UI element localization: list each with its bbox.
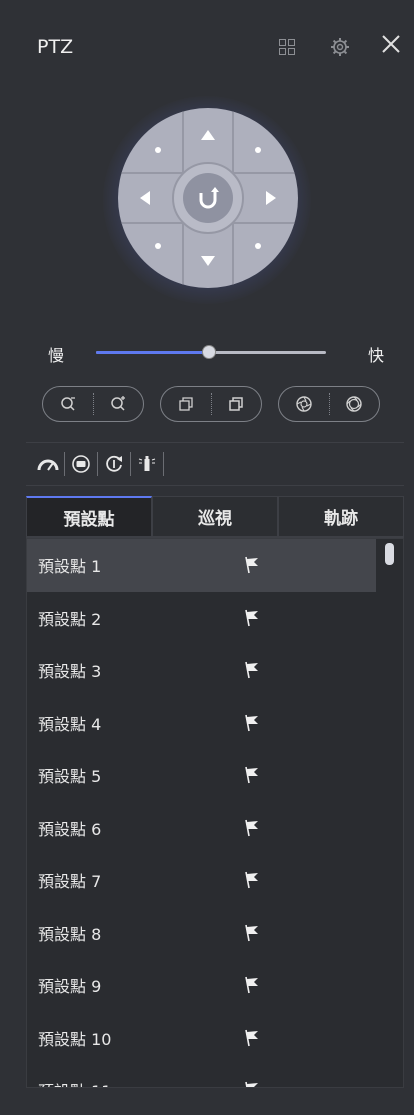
goto-preset-flag-icon[interactable] xyxy=(244,556,260,574)
arrow-up-icon xyxy=(201,130,215,140)
preset-row[interactable]: 預設點 1 xyxy=(27,539,376,592)
preset-label: 預設點 7 xyxy=(38,872,102,892)
iris-close-button[interactable] xyxy=(279,387,329,421)
light-icon xyxy=(138,456,156,471)
gear-icon[interactable] xyxy=(330,37,350,57)
preset-label: 預設點 6 xyxy=(38,819,102,839)
iris-open-button[interactable] xyxy=(330,387,380,421)
zoom-control xyxy=(42,386,144,422)
speed-slider-thumb[interactable] xyxy=(201,345,216,359)
goto-preset-flag-icon[interactable] xyxy=(244,871,260,889)
3d-zoom-icon xyxy=(72,455,90,473)
goto-preset-flag-icon[interactable] xyxy=(244,1029,260,1047)
pan-up-right-button[interactable] xyxy=(243,135,273,165)
ptz-toolbar xyxy=(26,442,404,486)
preset-row[interactable]: 預設點 2 xyxy=(27,592,403,645)
goto-preset-flag-icon[interactable] xyxy=(244,819,260,837)
goto-preset-flag-icon[interactable] xyxy=(244,766,260,784)
layout-grid-icon[interactable] xyxy=(279,39,295,55)
focus-control xyxy=(160,386,262,422)
focus-far-icon xyxy=(229,397,243,411)
goto-preset-flag-icon[interactable] xyxy=(244,609,260,627)
speed-mode-button[interactable] xyxy=(32,450,64,478)
zoom-in-icon xyxy=(111,396,126,411)
pan-down-left-button[interactable] xyxy=(143,231,173,261)
speed-slow-label: 慢 xyxy=(48,346,65,365)
zoom-out-button[interactable] xyxy=(43,387,93,421)
preset-label: 預設點 5 xyxy=(38,767,102,787)
preset-row[interactable]: 預設點 5 xyxy=(27,749,403,802)
pan-down-right-button[interactable] xyxy=(243,231,273,261)
pan-left-button[interactable] xyxy=(130,183,160,213)
panel-title: PTZ xyxy=(37,36,74,58)
preset-row[interactable]: 預設點 9 xyxy=(27,959,403,1012)
preset-row[interactable]: 預設點 7 xyxy=(27,854,403,907)
auto-rotate-button[interactable] xyxy=(183,173,233,223)
goto-preset-flag-icon[interactable] xyxy=(244,714,260,732)
preset-label: 預設點 10 xyxy=(38,1029,112,1049)
light-button[interactable] xyxy=(131,450,163,478)
pan-down-button[interactable] xyxy=(193,246,223,276)
zoom-out-icon xyxy=(61,397,75,411)
goto-preset-flag-icon[interactable] xyxy=(244,1081,260,1087)
list-scrollbar[interactable] xyxy=(385,543,394,565)
tab-pattern[interactable]: 軌跡 xyxy=(278,496,404,537)
goto-preset-flag-icon[interactable] xyxy=(244,661,260,679)
iris-control xyxy=(278,386,380,422)
preset-row[interactable]: 預設點 8 xyxy=(27,907,403,960)
preset-label: 預設點 8 xyxy=(38,924,102,944)
speed-fast-label: 快 xyxy=(368,346,385,365)
iris-open-icon xyxy=(346,396,362,412)
preset-label: 預設點 11 xyxy=(38,1078,111,1087)
iris-close-icon xyxy=(296,396,312,412)
preset-label: 預設點 9 xyxy=(38,977,102,997)
preset-row[interactable]: 預設點 4 xyxy=(27,697,403,750)
tab-patrol[interactable]: 巡視 xyxy=(152,496,278,537)
zoom-in-button[interactable] xyxy=(94,387,144,421)
speed-slider[interactable] xyxy=(96,345,326,359)
preset-row[interactable]: 預設點 10 xyxy=(27,1012,403,1065)
preset-label: 預設點 3 xyxy=(38,662,102,682)
arrow-left-icon xyxy=(140,191,150,205)
preset-list: 預設點 1 預設點 2 預設點 3 預設點 4 預設點 5 預設點 6 預設點 7 預設點 8… xyxy=(26,538,404,1088)
preset-label: 預設點 4 xyxy=(38,714,102,734)
pan-right-button[interactable] xyxy=(256,183,286,213)
speedometer-icon xyxy=(37,459,59,471)
pan-up-button[interactable] xyxy=(193,120,223,150)
close-icon[interactable] xyxy=(380,33,402,55)
tab-bar: 預設點 巡視 軌跡 xyxy=(26,496,404,538)
focus-far-button[interactable] xyxy=(212,387,262,421)
speed-slider-fill xyxy=(96,351,209,354)
preset-label: 預設點 1 xyxy=(38,557,102,577)
preset-row[interactable]: 預設點 11 xyxy=(27,1064,403,1087)
preset-row[interactable]: 預設點 6 xyxy=(27,802,403,855)
arrow-down-icon xyxy=(201,256,215,266)
focus-near-icon xyxy=(179,397,193,411)
focus-near-button[interactable] xyxy=(161,387,211,421)
3d-zoom-button[interactable] xyxy=(65,450,97,478)
auto-scan-button[interactable] xyxy=(98,450,130,478)
pan-up-left-button[interactable] xyxy=(143,135,173,165)
ptz-joystick[interactable] xyxy=(118,108,298,288)
tab-presets[interactable]: 預設點 xyxy=(26,496,152,537)
rotate-icon xyxy=(199,187,219,209)
arrow-right-icon xyxy=(266,191,276,205)
goto-preset-flag-icon[interactable] xyxy=(244,924,260,942)
preset-label: 預設點 2 xyxy=(38,609,102,629)
preset-row[interactable]: 預設點 3 xyxy=(27,644,403,697)
goto-preset-flag-icon[interactable] xyxy=(244,976,260,994)
auto-scan-icon xyxy=(106,455,122,472)
